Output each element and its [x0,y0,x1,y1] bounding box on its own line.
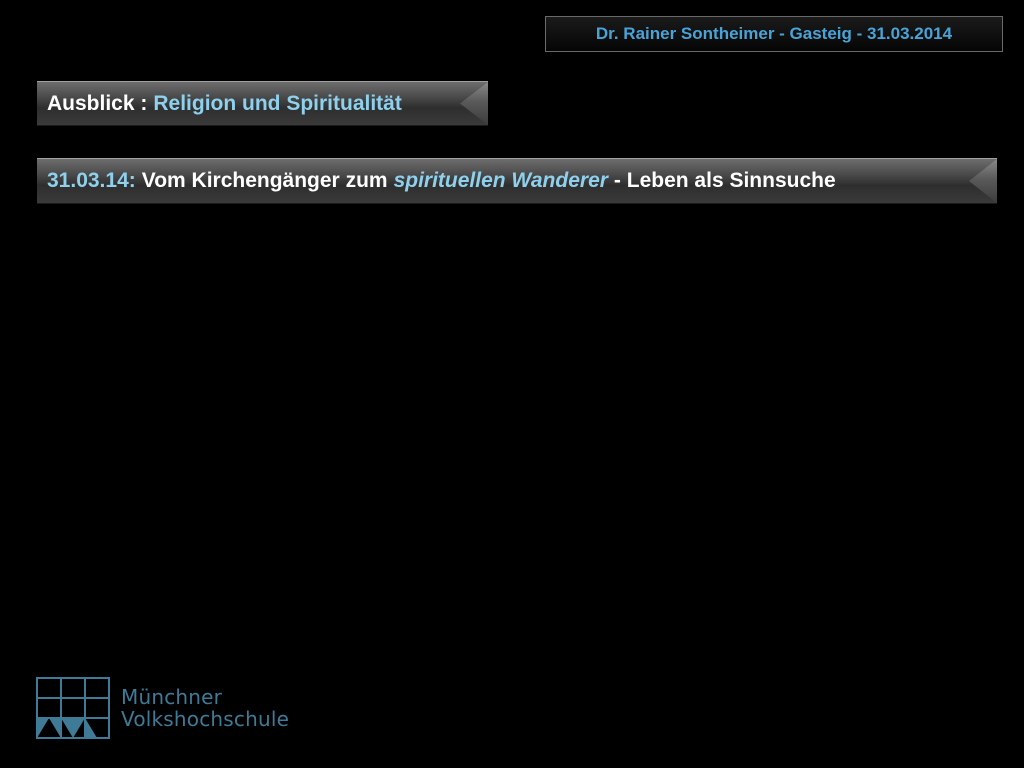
session-text-before: Vom Kirchengänger zum [141,169,388,192]
bar-arrow-notch [460,82,488,125]
bar-arrow-notch [969,159,997,203]
session-date: 31.03.14: [47,169,136,192]
logo-line-2: Volkshochschule [121,707,290,731]
session-highlight: spirituellen Wanderer [393,169,608,192]
session-bar: 31.03.14: Vom Kirchengänger zum spiritue… [37,158,997,204]
presenter-header-text: Dr. Rainer Sontheimer - Gasteig - 31.03.… [595,24,953,43]
topic-prefix: Ausblick : [47,91,148,115]
logo-text: Münchner Volkshochschule [121,686,289,730]
session-text-after: - Leben als Sinnsuche [613,169,836,192]
mvhs-logo: Münchner Volkshochschule [36,676,289,740]
presenter-header: Dr. Rainer Sontheimer - Gasteig - 31.03.… [545,16,1003,52]
topic-bar: Ausblick : Religion und Spiritualität [37,81,488,126]
mvhs-grid-logo-icon [36,677,110,739]
logo-line-1: Münchner [121,685,223,709]
topic-title: Religion und Spiritualität [153,91,402,115]
